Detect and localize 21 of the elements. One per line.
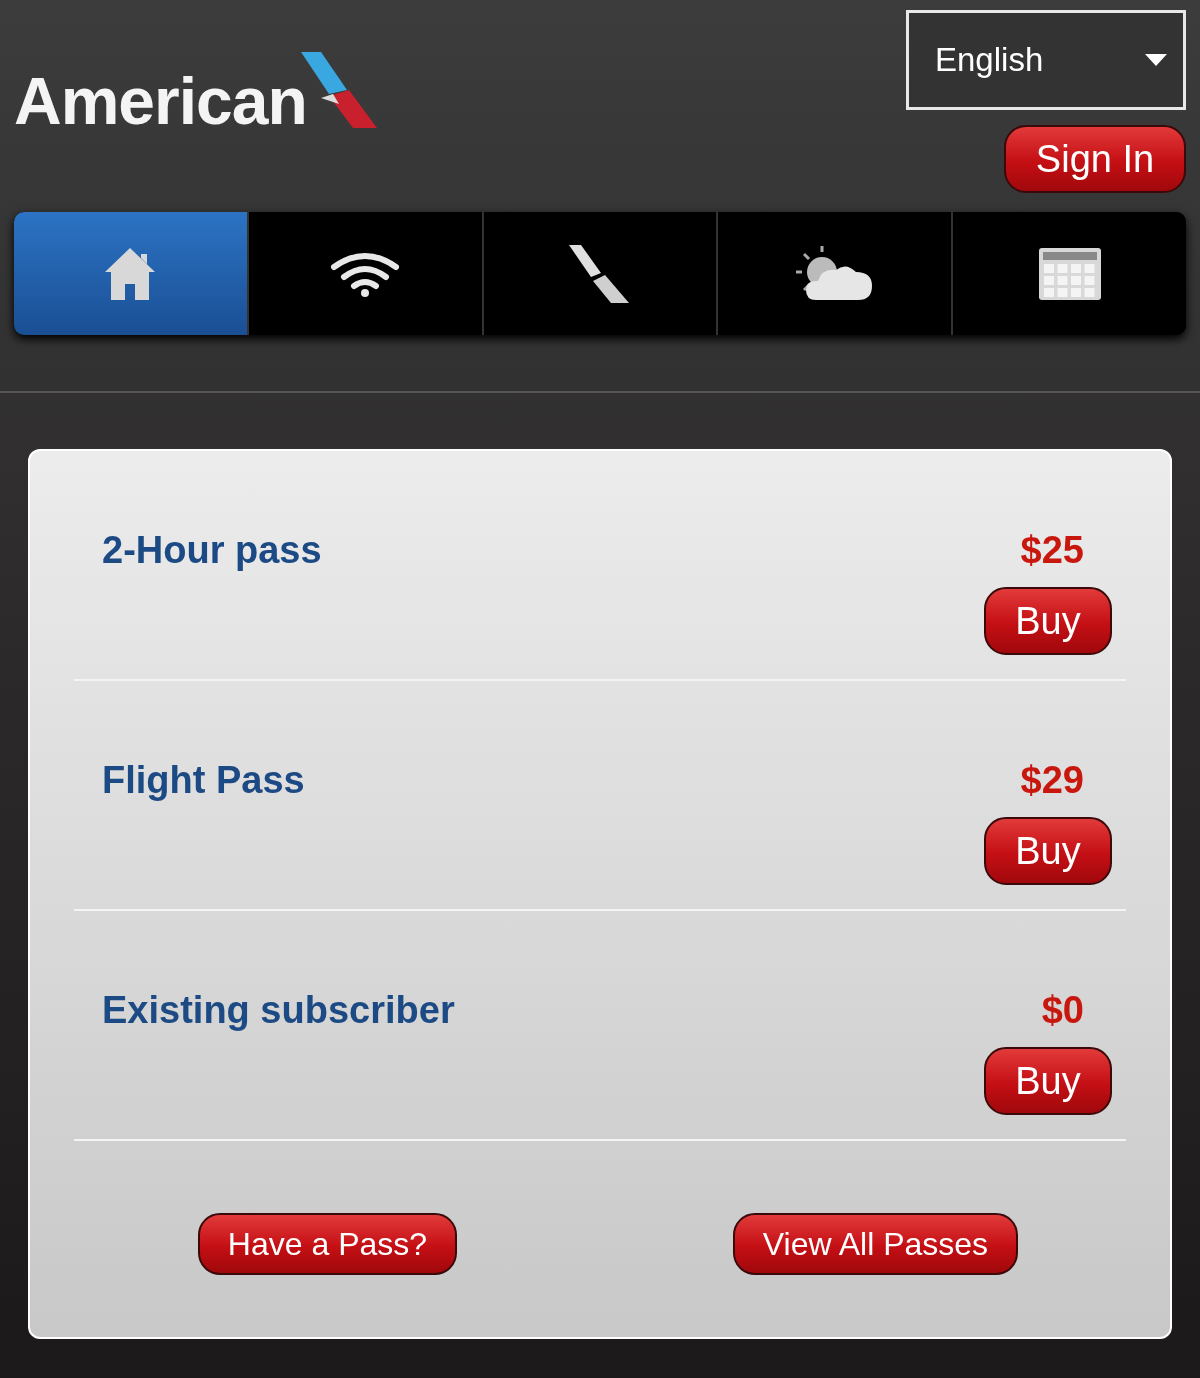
buy-button[interactable]: Buy [984,817,1112,885]
nav-tab[interactable] [718,212,954,335]
nav-tab[interactable] [483,212,719,335]
pass-price: $29 [1020,758,1085,803]
pass-name: Flight Pass [102,758,305,803]
calendar-icon [1036,245,1103,302]
nav-tab[interactable] [248,212,484,335]
buy-button[interactable]: Buy [984,587,1112,655]
logo-wordmark: American [14,68,307,134]
buy-button[interactable]: Buy [984,1047,1112,1115]
language-dropdown[interactable]: English [906,10,1186,110]
sign-in-button[interactable]: Sign In [1004,125,1186,193]
pass-button[interactable]: Have a Pass? [197,1213,458,1275]
pass-price: $25 [1020,528,1085,573]
nav-tab[interactable] [953,212,1186,335]
caret-icon [1145,54,1167,66]
wifi-icon [330,250,401,297]
pass-button[interactable]: View All Passes [732,1213,1019,1275]
pass-name: Existing subscriber [102,988,455,1033]
pass-price: $0 [1041,988,1085,1033]
pass-name: 2-Hour pass [102,528,322,573]
